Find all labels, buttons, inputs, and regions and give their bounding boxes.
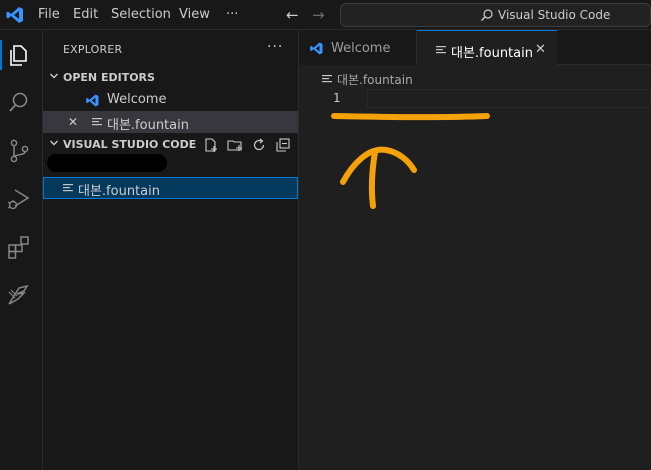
open-editors-label: OPEN EDITORS <box>63 71 155 84</box>
text-lines-icon <box>435 44 447 56</box>
activity-bar <box>0 30 43 470</box>
workspace-label: VISUAL STUDIO CODE <box>63 138 197 151</box>
sidebar-more-actions[interactable]: ··· <box>267 39 283 55</box>
command-center[interactable]: Visual Studio Code <box>340 3 651 27</box>
open-editor-welcome[interactable]: Welcome <box>43 89 298 111</box>
new-file-icon[interactable] <box>203 137 219 153</box>
new-folder-icon[interactable] <box>227 137 243 153</box>
sidebar-title: EXPLORER <box>63 43 123 56</box>
tab-welcome[interactable]: Welcome <box>299 30 417 65</box>
active-indicator <box>0 40 2 70</box>
back-arrow-icon[interactable]: ← <box>286 6 299 24</box>
tab-fountain[interactable]: 대본.fountain ✕ <box>417 30 557 65</box>
close-icon[interactable]: ✕ <box>68 115 78 129</box>
menu-more[interactable]: ··· <box>226 7 238 22</box>
collapse-all-icon[interactable] <box>275 137 291 153</box>
search-icon[interactable] <box>6 90 32 116</box>
source-control-icon[interactable] <box>6 138 32 164</box>
menu-selection[interactable]: Selection <box>111 7 171 22</box>
breadcrumb[interactable]: 대본.fountain <box>337 71 413 88</box>
menu-view[interactable]: View <box>179 7 210 22</box>
vscode-logo-icon <box>5 5 25 25</box>
tab-bar: Welcome 대본.fountain ✕ <box>299 30 651 65</box>
forward-arrow-icon[interactable]: → <box>312 6 325 24</box>
menu-file[interactable]: File <box>38 7 60 22</box>
explorer-file-fountain[interactable]: 대본.fountain <box>43 177 298 199</box>
extensions-icon[interactable] <box>6 234 32 260</box>
open-editor-fountain[interactable]: ✕ 대본.fountain <box>43 111 298 133</box>
tab-label: 대본.fountain <box>451 46 533 61</box>
close-icon[interactable]: ✕ <box>535 42 546 57</box>
fountain-extension-icon[interactable] <box>6 282 32 308</box>
explorer-sidebar: EXPLORER ··· OPEN EDITORS Welcome ✕ 대본.f… <box>43 30 299 470</box>
search-icon <box>481 9 493 21</box>
run-debug-icon[interactable] <box>6 186 32 212</box>
chevron-down-icon <box>50 73 58 79</box>
open-editor-label: 대본.fountain <box>107 118 189 133</box>
title-bar: File Edit Selection View ··· ← → Visual … <box>0 0 651 30</box>
line-number: 1 <box>333 91 341 105</box>
tab-label: Welcome <box>331 41 391 56</box>
editor-area: Welcome 대본.fountain ✕ 대본.fountain 1 <box>299 30 651 470</box>
current-line-highlight[interactable] <box>367 89 651 108</box>
explorer-icon[interactable] <box>6 42 32 68</box>
open-editor-label: Welcome <box>107 92 167 107</box>
refresh-icon[interactable] <box>251 137 267 153</box>
vscode-icon <box>309 41 324 56</box>
open-editors-header[interactable]: OPEN EDITORS <box>43 67 299 89</box>
chevron-down-icon <box>50 140 58 146</box>
text-lines-icon <box>62 182 74 194</box>
file-label: 대본.fountain <box>78 184 160 199</box>
vscode-icon <box>85 93 100 108</box>
redacted-area <box>47 154 167 172</box>
command-center-label: Visual Studio Code <box>498 8 611 22</box>
menu-edit[interactable]: Edit <box>73 7 98 22</box>
text-lines-icon <box>91 116 103 128</box>
text-lines-icon <box>321 73 333 85</box>
